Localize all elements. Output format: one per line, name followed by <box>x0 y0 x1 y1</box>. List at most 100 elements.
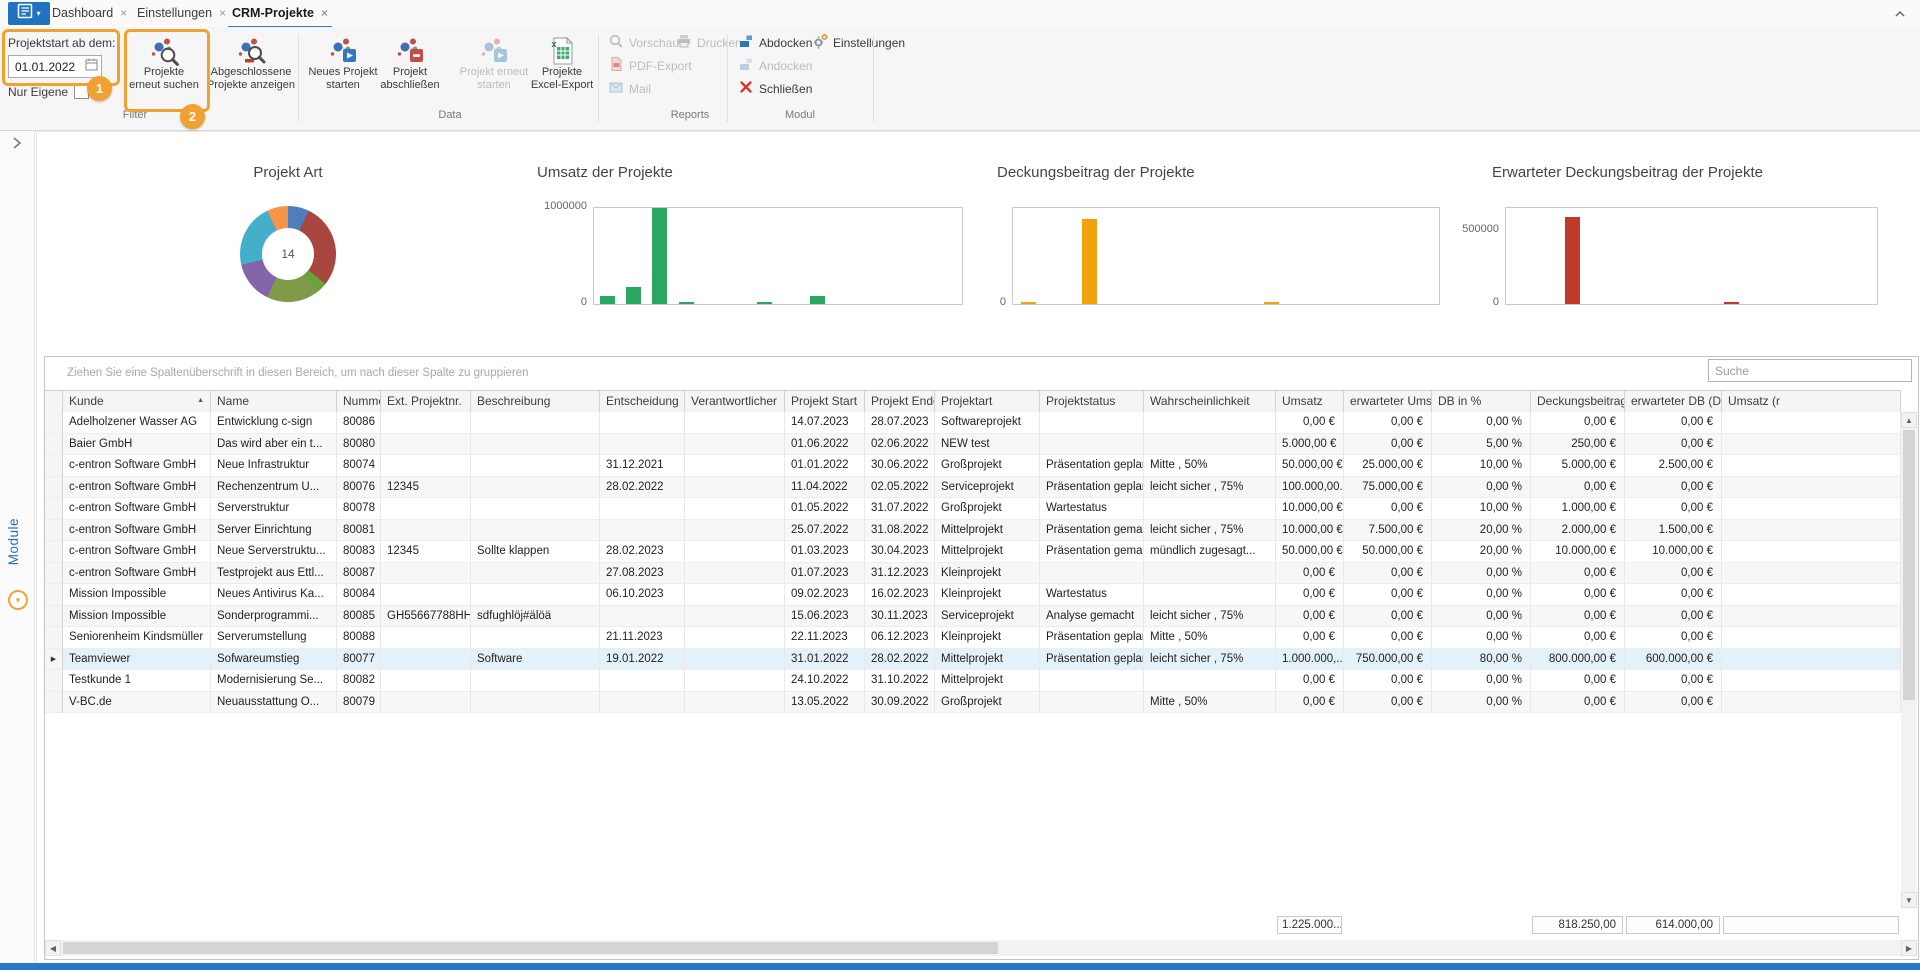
grid-header-nummer[interactable]: Nummer <box>337 391 381 413</box>
grid-header-entscheidung[interactable]: Entscheidung <box>600 391 685 413</box>
grid-header-umsatz[interactable]: Umsatz <box>1276 391 1344 413</box>
cell: leicht sicher , 75% <box>1144 649 1276 671</box>
row-selector[interactable] <box>45 477 63 499</box>
neues-projekt-button[interactable]: Neues Projekt starten <box>303 32 383 106</box>
row-selector[interactable] <box>45 520 63 542</box>
horizontal-scroll-thumb[interactable] <box>63 942 998 954</box>
show-closed-projects-icon <box>236 32 266 66</box>
cell <box>1040 434 1144 456</box>
table-row[interactable]: Seniorenheim KindsmüllerServerumstellung… <box>45 627 1901 649</box>
axis-label: 1000000 <box>527 200 587 212</box>
row-selector[interactable]: ▶ <box>45 649 63 671</box>
close-icon[interactable]: × <box>219 6 226 20</box>
cell: leicht sicher , 75% <box>1144 520 1276 542</box>
grid-header-projektstatus[interactable]: Projektstatus <box>1040 391 1144 413</box>
table-row[interactable]: c-entron Software GmbHNeue Serverstruktu… <box>45 541 1901 563</box>
cell: Präsentation gema... <box>1040 520 1144 542</box>
row-selector[interactable] <box>45 434 63 456</box>
table-row[interactable]: Baier GmbHDas wird aber ein t...8008001.… <box>45 434 1901 456</box>
grid-header-verantwortlicher[interactable]: Verantwortlicher <box>685 391 785 413</box>
scroll-up-icon[interactable]: ▲ <box>1901 412 1917 428</box>
grid-header-erwarteter-umsatz[interactable]: erwarteter Umsatz <box>1344 391 1432 413</box>
cell: 0,00 € <box>1344 563 1432 585</box>
einstellungen-button[interactable]: Einstellungen <box>812 34 905 51</box>
grid-header-beschreibung[interactable]: Beschreibung <box>471 391 600 413</box>
row-selector[interactable] <box>45 412 63 434</box>
cell <box>600 434 685 456</box>
search-input[interactable] <box>1708 359 1912 382</box>
table-row[interactable]: c-entron Software GmbHNeue Infrastruktur… <box>45 455 1901 477</box>
tab-dashboard[interactable]: Dashboard × <box>48 0 131 26</box>
tab-einstellungen[interactable]: Einstellungen × <box>133 0 230 26</box>
projekt-abschliessen-button[interactable]: Projekt abschließen <box>373 32 447 106</box>
table-row[interactable]: ▶TeamviewerSofwareumstieg80077Software19… <box>45 649 1901 671</box>
row-selector[interactable] <box>45 584 63 606</box>
grid-header-projekt-start[interactable]: Projekt Start <box>785 391 865 413</box>
table-row[interactable]: c-entron Software GmbHTestprojekt aus Et… <box>45 563 1901 585</box>
row-selector[interactable] <box>45 563 63 585</box>
abdocken-button[interactable]: Abdocken <box>738 34 812 51</box>
grid-header-projekt-ende[interactable]: Projekt Ende <box>865 391 935 413</box>
grid-header-umsatz-r[interactable]: Umsatz (r <box>1722 391 1901 413</box>
excel-export-button[interactable]: x Projekte Excel-Export <box>527 32 597 106</box>
close-icon[interactable]: × <box>321 6 328 20</box>
table-row[interactable]: c-entron Software GmbHServer Einrichtung… <box>45 520 1901 542</box>
grid-header-kunde[interactable]: Kunde▲ <box>63 391 211 413</box>
grid-header-wahrscheinlichkeit[interactable]: Wahrscheinlichkeit <box>1144 391 1276 413</box>
grid-header-db-in-[interactable]: DB in % <box>1432 391 1531 413</box>
cell: Sofwareumstieg <box>211 649 337 671</box>
grid-header-ext-projektnr-[interactable]: Ext. Projektnr. <box>381 391 471 413</box>
row-selector[interactable] <box>45 692 63 714</box>
cell: Analyse gemacht <box>1040 606 1144 628</box>
horizontal-scrollbar[interactable]: ◀ ▶ <box>45 940 1917 956</box>
sidebar-expander-icon[interactable] <box>12 136 22 155</box>
table-row[interactable]: Mission ImpossibleNeues Antivirus Ka...8… <box>45 584 1901 606</box>
cell: Großprojekt <box>935 498 1040 520</box>
sidebar-item-module[interactable]: Module <box>6 518 21 565</box>
vertical-scroll-thumb[interactable] <box>1903 430 1915 700</box>
table-row[interactable]: Mission ImpossibleSonderprogrammi...8008… <box>45 606 1901 628</box>
module-chevron-icon[interactable]: ▾ <box>8 590 28 610</box>
scroll-down-icon[interactable]: ▼ <box>1901 892 1917 908</box>
close-icon[interactable]: × <box>120 6 127 20</box>
cell: Testprojekt aus Ettl... <box>211 563 337 585</box>
row-selector[interactable] <box>45 606 63 628</box>
mail-button: Mail <box>608 80 651 97</box>
cell: 10.000,00 € <box>1625 541 1722 563</box>
table-row[interactable]: Testkunde 1Modernisierung Se...8008224.1… <box>45 670 1901 692</box>
scroll-right-icon[interactable]: ▶ <box>1901 940 1917 956</box>
vertical-scrollbar[interactable]: ▲ ▼ <box>1901 412 1917 908</box>
schliessen-button[interactable]: Schließen <box>738 80 812 97</box>
row-selector[interactable] <box>45 498 63 520</box>
cell: 75.000,00 € <box>1344 477 1432 499</box>
table-row[interactable]: Adelholzener Wasser AGEntwicklung c-sign… <box>45 412 1901 434</box>
axis-label: 0 <box>527 296 587 308</box>
abgeschlossene-projekte-button[interactable]: Abgeschlossene Projekte anzeigen <box>205 32 297 106</box>
row-selector[interactable] <box>45 541 63 563</box>
scroll-left-icon[interactable]: ◀ <box>45 940 61 956</box>
cell <box>600 498 685 520</box>
grid-header-projektart[interactable]: Projektart <box>935 391 1040 413</box>
cell: 750.000,00 € <box>1344 649 1432 671</box>
table-row[interactable]: V-BC.deNeuausstattung O...8007913.05.202… <box>45 692 1901 714</box>
collapse-ribbon-icon[interactable] <box>1893 7 1907 19</box>
bar-plot-2 <box>1012 207 1440 305</box>
row-selector[interactable] <box>45 455 63 477</box>
app-menu-button[interactable]: ▾ <box>8 2 50 25</box>
cell: 80074 <box>337 455 381 477</box>
bar <box>1082 219 1097 304</box>
table-row[interactable]: c-entron Software GmbHServerstruktur8007… <box>45 498 1901 520</box>
grid-header-deckungsbeitrag[interactable]: Deckungsbeitrag <box>1531 391 1625 413</box>
row-selector[interactable] <box>45 627 63 649</box>
bar <box>600 296 615 304</box>
cell: 80084 <box>337 584 381 606</box>
table-row[interactable]: c-entron Software GmbHRechenzentrum U...… <box>45 477 1901 499</box>
grid-header-erwarteter-db-db-[interactable]: erwarteter DB (DB*... <box>1625 391 1722 413</box>
cell <box>1722 541 1901 563</box>
row-selector[interactable] <box>45 670 63 692</box>
cell <box>600 692 685 714</box>
tab-crm-projekte[interactable]: CRM-Projekte × <box>228 0 332 29</box>
cell: 80085 <box>337 606 381 628</box>
cell <box>1040 412 1144 434</box>
grid-header-name[interactable]: Name <box>211 391 337 413</box>
